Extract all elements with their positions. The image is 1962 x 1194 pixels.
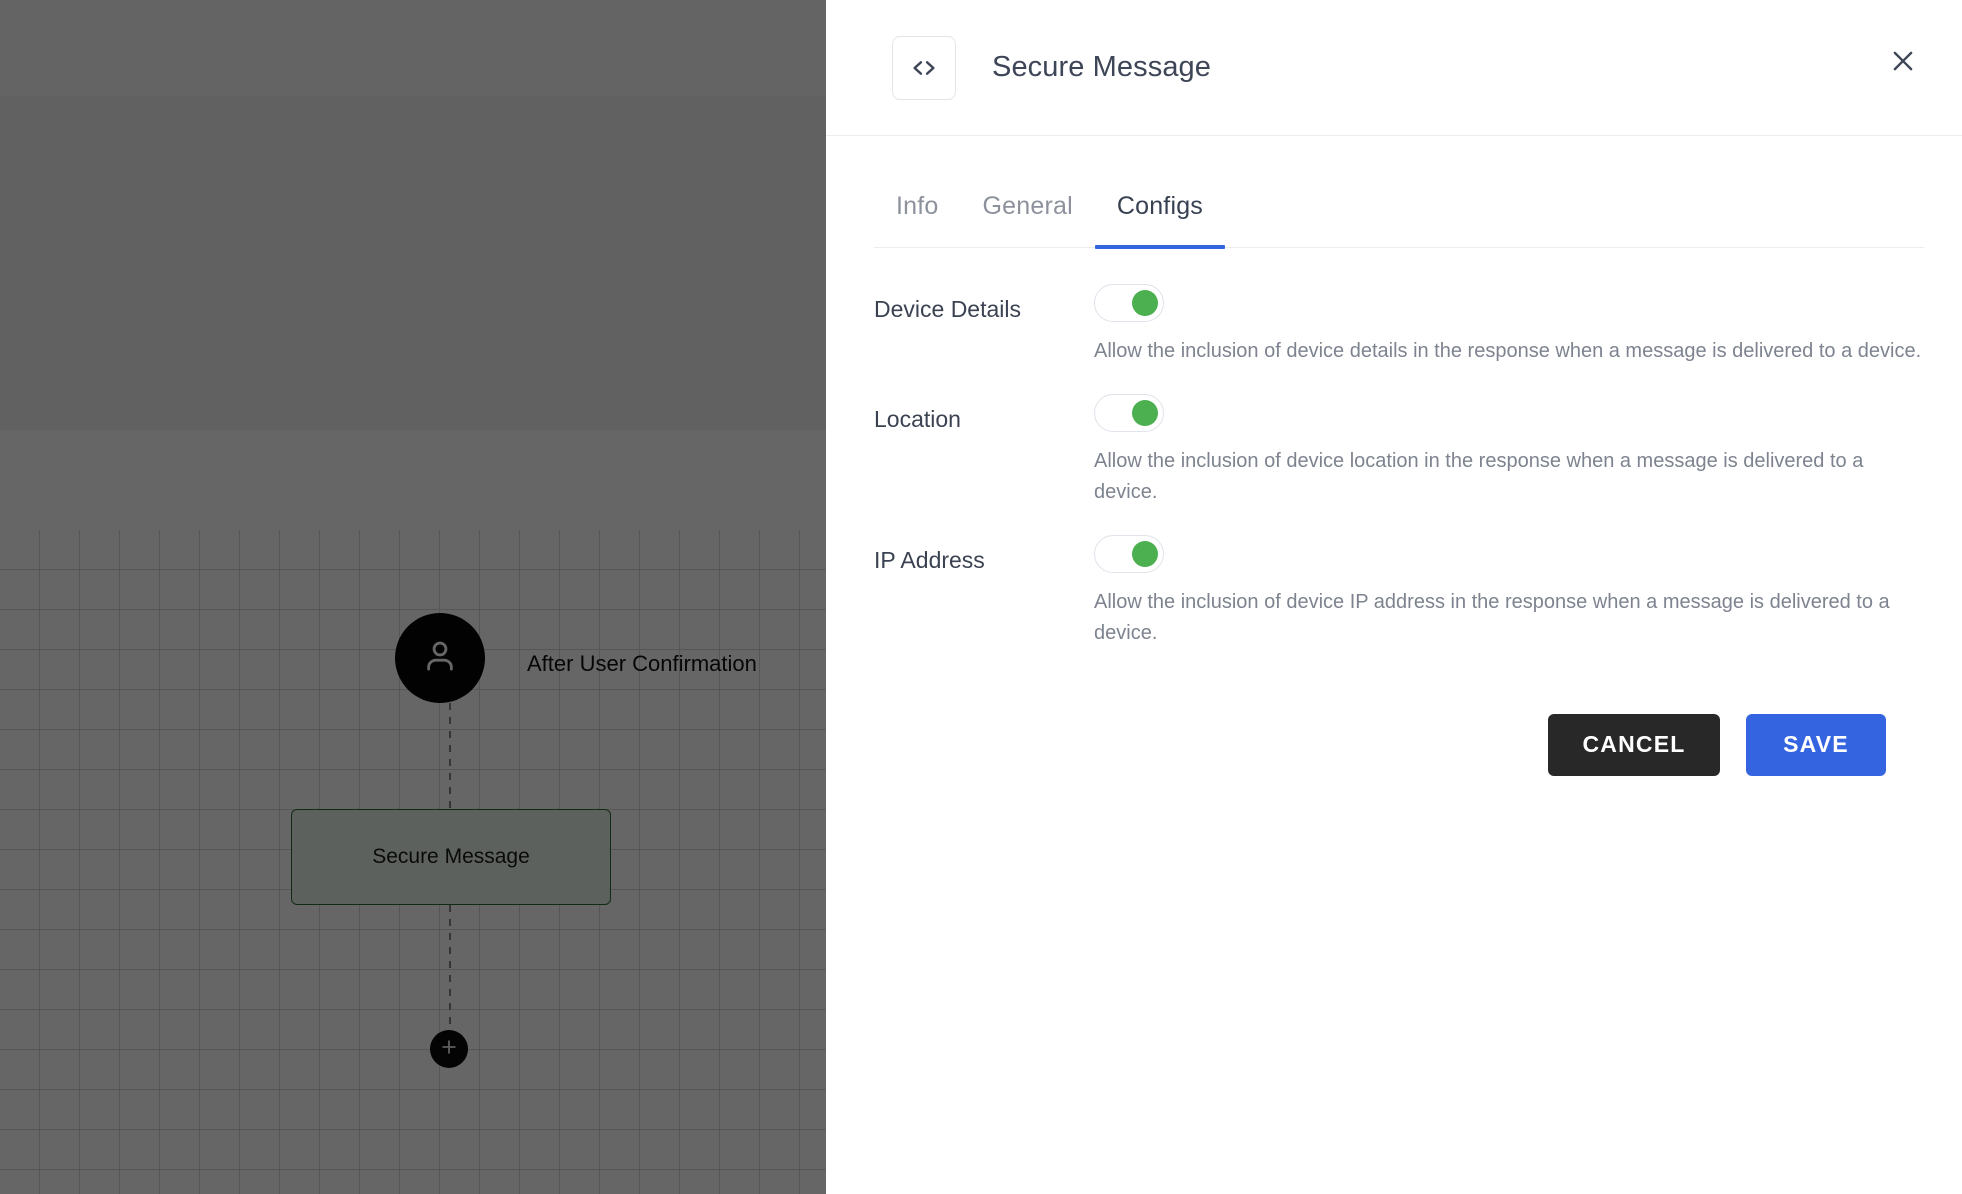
flow-node-secure-message[interactable]: Secure Message <box>291 809 611 905</box>
code-brackets-icon <box>892 35 956 100</box>
plus-icon <box>439 1037 459 1062</box>
toggle-knob <box>1132 541 1158 568</box>
canvas-top-band <box>0 0 826 96</box>
config-label-ip-address: IP Address <box>874 547 985 574</box>
config-desc-device-details: Allow the inclusion of device details in… <box>1094 340 1922 362</box>
tab-configs[interactable]: Configs <box>1094 192 1226 249</box>
config-label-location: Location <box>874 406 961 433</box>
config-control-location: Allow the inclusion of device location i… <box>1094 394 1924 507</box>
app-root: After User Confirmation Secure Message S… <box>0 0 1962 1194</box>
flow-node-label: Secure Message <box>372 845 530 868</box>
user-icon <box>419 635 461 682</box>
flow-start-label: After User Confirmation <box>527 651 757 676</box>
config-row-location: Location Allow the inclusion of device l… <box>874 394 1924 507</box>
canvas-mid-band <box>0 96 826 430</box>
close-icon <box>1888 46 1918 79</box>
config-desc-ip-address: Allow the inclusion of device IP address… <box>1094 591 1890 644</box>
tab-info[interactable]: Info <box>874 192 961 247</box>
config-label-device-details: Device Details <box>874 296 1021 322</box>
side-panel: Secure Message Info General Configs Devi… <box>826 0 1962 1194</box>
toggle-ip-address[interactable] <box>1094 535 1164 574</box>
close-button[interactable] <box>1874 33 1932 91</box>
config-desc-location: Allow the inclusion of device location i… <box>1094 450 1864 503</box>
toggle-location[interactable] <box>1094 394 1164 433</box>
flow-connector-bottom <box>449 905 451 1040</box>
flow-start-node[interactable] <box>395 613 485 703</box>
toggle-knob <box>1132 290 1158 316</box>
tab-bar: Info General Configs <box>874 136 1924 249</box>
config-control-device-details: Allow the inclusion of device details in… <box>1094 284 1924 366</box>
panel-header: Secure Message <box>826 0 1962 136</box>
flow-connector-top <box>449 703 451 809</box>
flow-canvas[interactable]: After User Confirmation Secure Message <box>0 0 826 1194</box>
add-step-button[interactable] <box>430 1030 468 1068</box>
save-button[interactable]: SAVE <box>1746 713 1886 776</box>
panel-actions: CANCEL SAVE <box>874 676 1924 776</box>
config-list: Device Details Allow the inclusion of de… <box>826 248 1962 776</box>
page-title: Secure Message <box>992 51 1212 83</box>
config-control-ip-address: Allow the inclusion of device IP address… <box>1094 535 1924 648</box>
cancel-button[interactable]: CANCEL <box>1548 713 1720 776</box>
toggle-knob <box>1132 400 1158 427</box>
config-row-ip-address: IP Address Allow the inclusion of device… <box>874 535 1924 648</box>
tab-general[interactable]: General <box>961 192 1095 247</box>
config-row-device-details: Device Details Allow the inclusion of de… <box>874 284 1924 366</box>
toggle-device-details[interactable] <box>1094 284 1164 322</box>
